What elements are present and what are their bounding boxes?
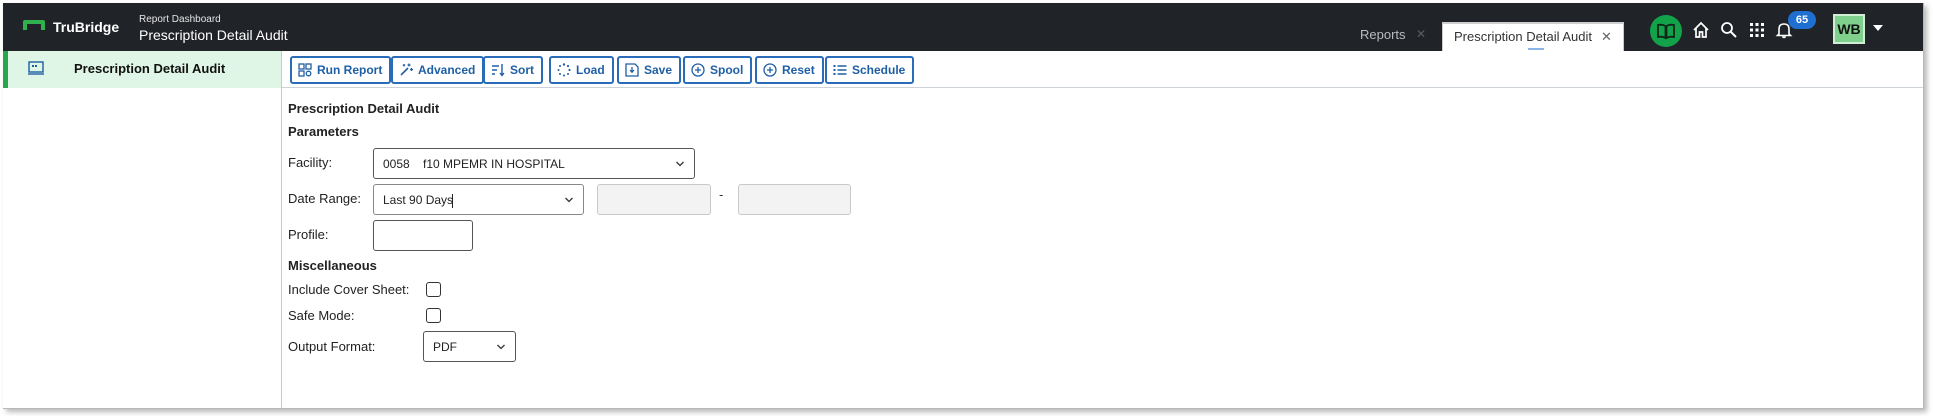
page-title: Prescription Detail Audit xyxy=(139,27,288,43)
chevron-down-icon xyxy=(676,161,684,167)
breadcrumb-subtitle: Report Dashboard xyxy=(139,14,221,25)
chevron-down-icon xyxy=(497,344,505,350)
tab-reports[interactable]: Reports xyxy=(1360,27,1406,42)
spool-label: Spool xyxy=(710,63,744,77)
apps-grid-icon[interactable] xyxy=(1747,20,1767,40)
tab-active-indicator xyxy=(1528,48,1544,50)
reset-button[interactable]: Reset xyxy=(755,56,824,84)
miscellaneous-heading: Miscellaneous xyxy=(288,258,377,273)
sort-button[interactable]: Sort xyxy=(483,56,543,84)
sidebar: Prescription Detail Audit xyxy=(3,51,282,408)
load-spinner-icon xyxy=(557,63,571,77)
app-window: TruBridge Report Dashboard Prescription … xyxy=(3,3,1924,409)
toolbar-divider xyxy=(282,87,1923,88)
chevron-down-icon[interactable] xyxy=(1873,25,1883,31)
run-report-icon xyxy=(298,63,312,77)
date-range-label: Date Range: xyxy=(288,191,361,206)
date-separator: - xyxy=(719,187,724,202)
sidebar-item-prescription-detail-audit[interactable]: Prescription Detail Audit xyxy=(3,51,281,88)
schedule-label: Schedule xyxy=(852,63,906,77)
tab-close-icon[interactable]: ✕ xyxy=(1601,29,1612,45)
save-label: Save xyxy=(644,63,673,77)
sort-icon xyxy=(492,64,505,77)
facility-value: 0058 f10 MPEMR IN HOSPITAL xyxy=(383,157,565,171)
form-title: Prescription Detail Audit xyxy=(288,101,440,116)
output-format-label: Output Format: xyxy=(288,339,376,354)
brand-name: TruBridge xyxy=(53,19,120,35)
reader-button[interactable] xyxy=(1650,15,1682,47)
notification-count-badge[interactable]: 65 xyxy=(1788,11,1816,29)
cover-sheet-checkbox[interactable] xyxy=(426,282,441,297)
top-bar: TruBridge Report Dashboard Prescription … xyxy=(3,3,1923,51)
search-icon[interactable] xyxy=(1719,20,1739,40)
open-book-icon xyxy=(1657,23,1675,40)
avatar[interactable]: WB xyxy=(1833,14,1865,44)
list-icon xyxy=(833,65,847,75)
spool-button[interactable]: Spool xyxy=(683,56,753,84)
plus-circle-icon xyxy=(763,63,777,77)
report-icon xyxy=(28,61,44,75)
facility-label: Facility: xyxy=(288,155,333,170)
trubridge-logo-icon xyxy=(23,20,45,30)
chevron-down-icon xyxy=(565,197,573,203)
date-to-input[interactable] xyxy=(738,184,851,215)
text-cursor xyxy=(452,194,453,208)
date-from-input[interactable] xyxy=(597,184,711,215)
date-range-value: Last 90 Days xyxy=(383,193,454,207)
advanced-button[interactable]: Advanced xyxy=(391,56,485,84)
sidebar-item-label: Prescription Detail Audit xyxy=(74,61,226,76)
magic-wand-icon xyxy=(400,63,413,76)
facility-select[interactable]: 0058 f10 MPEMR IN HOSPITAL xyxy=(373,148,695,179)
reset-label: Reset xyxy=(782,63,815,77)
advanced-label: Advanced xyxy=(418,63,476,77)
profile-input[interactable] xyxy=(373,220,473,251)
sort-label: Sort xyxy=(510,63,534,77)
plus-circle-icon xyxy=(691,63,705,77)
save-button[interactable]: Save xyxy=(617,56,682,84)
tab-prescription-detail-audit[interactable]: Prescription Detail Audit ✕ xyxy=(1442,22,1624,51)
output-format-value: PDF xyxy=(433,340,457,354)
cover-sheet-label: Include Cover Sheet: xyxy=(288,282,410,297)
parameters-heading: Parameters xyxy=(288,124,359,139)
tab-label: Prescription Detail Audit xyxy=(1454,29,1593,44)
load-button[interactable]: Load xyxy=(549,56,614,84)
schedule-button[interactable]: Schedule xyxy=(825,56,915,84)
output-format-select[interactable]: PDF xyxy=(423,331,516,362)
profile-label: Profile: xyxy=(288,227,329,242)
tab-reports-close-icon[interactable]: ✕ xyxy=(1416,27,1426,41)
run-report-button[interactable]: Run Report xyxy=(290,56,392,84)
safe-mode-checkbox[interactable] xyxy=(426,308,441,323)
date-range-select[interactable]: Last 90 Days xyxy=(373,184,584,215)
save-icon xyxy=(625,63,639,77)
load-label: Load xyxy=(576,63,605,77)
run-report-label: Run Report xyxy=(317,63,383,77)
safe-mode-label: Safe Mode: xyxy=(288,308,355,323)
home-icon[interactable] xyxy=(1691,20,1711,40)
